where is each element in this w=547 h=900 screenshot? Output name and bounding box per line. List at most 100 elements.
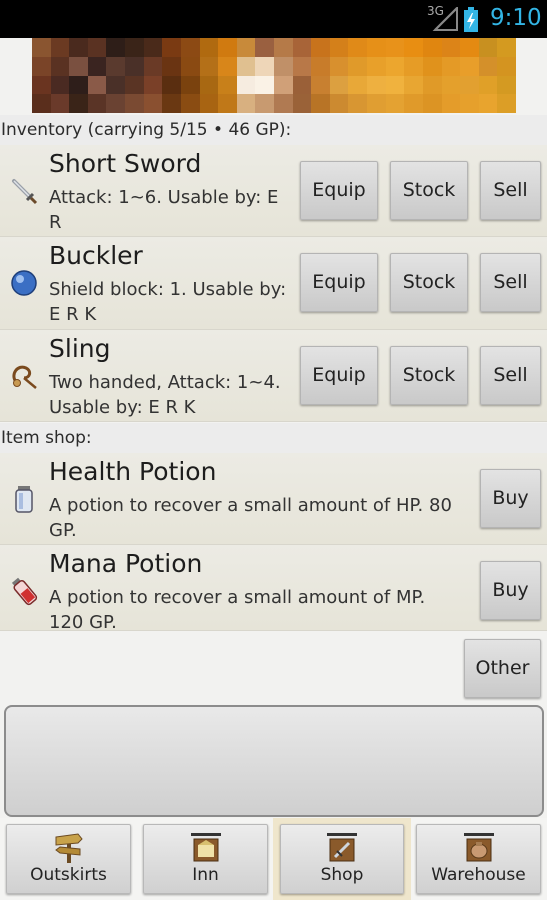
portrait-pixel: [162, 75, 181, 95]
inventory-item: Buckler Shield block: 1. Usable by: E R …: [0, 237, 547, 330]
portrait-pixel: [441, 56, 461, 76]
portrait-pixel: [125, 75, 144, 95]
nav-warehouse-button[interactable]: Warehouse: [416, 824, 541, 894]
nav-shop-button[interactable]: Shop: [280, 824, 404, 894]
signpost-icon: [54, 833, 83, 863]
portrait-pixel: [478, 38, 498, 57]
shop-item: Health Potion A potion to recover a smal…: [0, 453, 547, 545]
portrait-pixel: [274, 38, 293, 57]
other-button[interactable]: Other: [464, 639, 541, 698]
nav-inn-button[interactable]: Inn: [143, 824, 268, 894]
portrait-pixel: [87, 94, 107, 113]
portrait-pixel: [87, 56, 107, 76]
buy-button[interactable]: Buy: [480, 561, 541, 620]
portrait-pixel: [255, 94, 274, 113]
portrait-pixel: [460, 56, 479, 76]
portrait-pixel: [143, 94, 163, 113]
portrait-pixel: [478, 75, 498, 95]
portrait-pixel: [367, 94, 386, 113]
portrait-pixel: [180, 56, 200, 76]
portrait-pixel: [32, 38, 51, 57]
portrait-pixel: [180, 94, 200, 113]
portrait-pixel: [106, 56, 126, 76]
portrait-pixel: [180, 38, 200, 57]
portrait-pixel: [180, 75, 200, 95]
portrait-pixel: [69, 94, 88, 113]
warehouse-sign-icon: [463, 833, 494, 862]
portrait-pixel: [385, 38, 405, 57]
equip-button[interactable]: Equip: [300, 253, 378, 312]
buy-button[interactable]: Buy: [480, 469, 541, 528]
portrait-pixel: [69, 75, 88, 95]
mana-potion-icon: [11, 577, 38, 606]
portrait-pixel: [162, 94, 181, 113]
portrait-pixel: [162, 38, 181, 57]
portrait-pixel: [218, 75, 237, 95]
portrait-pixel: [422, 38, 442, 57]
portrait-pixel: [50, 38, 70, 57]
portrait-pixel: [478, 94, 498, 113]
item-name: Sling: [49, 334, 111, 363]
portrait-pixel: [385, 56, 405, 76]
portrait-pixel: [497, 75, 516, 95]
portrait-pixel: [348, 94, 368, 113]
inn-sign-icon: [190, 833, 221, 862]
portrait-pixel: [236, 56, 256, 76]
portrait-pixel: [292, 75, 312, 95]
portrait-pixel: [274, 94, 293, 113]
portrait-pixel: [50, 75, 70, 95]
equip-button[interactable]: Equip: [300, 346, 378, 405]
portrait-pixel: [274, 56, 293, 76]
portrait-pixel: [236, 94, 256, 113]
portrait-pixel: [422, 56, 442, 76]
item-description: Shield block: 1. Usable by: E R K: [49, 279, 287, 325]
nav-label: Shop: [320, 865, 364, 885]
portrait-pixel: [87, 38, 107, 57]
nav-outskirts-button[interactable]: Outskirts: [6, 824, 131, 894]
status-bar: 3G 9:10: [0, 0, 547, 38]
portrait-pixel: [367, 38, 386, 57]
clock: 9:10: [490, 5, 542, 31]
nav-label: Warehouse: [431, 865, 526, 885]
stock-button[interactable]: Stock: [390, 253, 468, 312]
equip-button[interactable]: Equip: [300, 161, 378, 220]
portrait-pixel: [50, 56, 70, 76]
inventory-item: Short Sword Attack: 1~6. Usable by: E R …: [0, 145, 547, 237]
portrait-pixel: [143, 38, 163, 57]
item-name: Short Sword: [49, 149, 202, 178]
portrait-pixel: [125, 94, 144, 113]
portrait-pixel: [367, 56, 386, 76]
portrait-pixel: [292, 38, 312, 57]
portrait-pixel: [329, 75, 349, 95]
inventory-item: Sling Two handed, Attack: 1~4. Usable by…: [0, 330, 547, 422]
portrait-pixel: [311, 75, 330, 95]
item-name: Health Potion: [49, 457, 217, 486]
sell-button[interactable]: Sell: [480, 346, 541, 405]
battery-icon: [464, 7, 478, 32]
portrait-pixel: [69, 56, 88, 76]
portrait-pixel: [255, 75, 274, 95]
portrait-pixel: [199, 75, 219, 95]
portrait-pixel: [292, 94, 312, 113]
portrait-pixel: [143, 56, 163, 76]
health-potion-icon: [15, 486, 33, 513]
sell-button[interactable]: Sell: [480, 161, 541, 220]
portrait-pixel: [441, 38, 461, 57]
item-name: Buckler: [49, 241, 143, 270]
portrait-pixel: [106, 75, 126, 95]
portrait-pixel: [255, 56, 274, 76]
sell-button[interactable]: Sell: [480, 253, 541, 312]
portrait-pixel: [348, 75, 368, 95]
portrait-pixel: [87, 75, 107, 95]
stock-button[interactable]: Stock: [390, 161, 468, 220]
stock-button[interactable]: Stock: [390, 346, 468, 405]
portrait-pixel: [329, 94, 349, 113]
portrait-pixel: [236, 38, 256, 57]
shop-item: Mana Potion A potion to recover a small …: [0, 545, 547, 631]
portrait-pixel: [218, 38, 237, 57]
portrait-pixel: [32, 75, 51, 95]
portrait-pixel: [125, 38, 144, 57]
portrait-pixel: [348, 38, 368, 57]
inventory-header: Inventory (carrying 5/15 • 46 GP):: [0, 115, 547, 145]
portrait-pixel: [367, 75, 386, 95]
